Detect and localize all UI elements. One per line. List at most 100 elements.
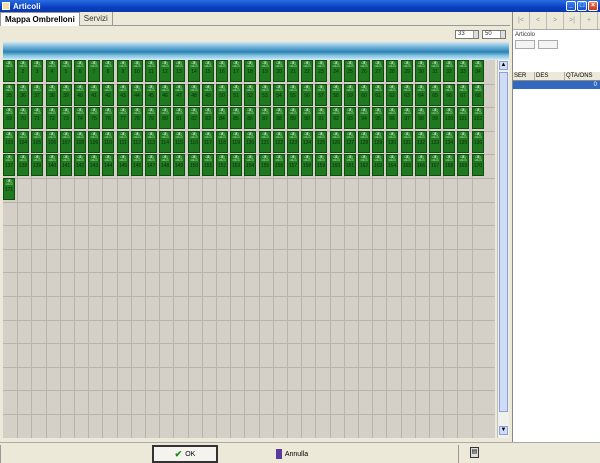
- umbrella-cell[interactable]: ⛱ 81: [173, 107, 185, 129]
- umbrella-cell[interactable]: ⛱ 15: [202, 60, 214, 82]
- umbrella-cell[interactable]: ⛱ 104: [17, 131, 29, 153]
- umbrella-cell[interactable]: ⛱ 119: [230, 131, 242, 153]
- umbrella-cell[interactable]: ⛱ 53: [259, 84, 271, 106]
- umbrella-cell[interactable]: ⛱ 80: [159, 107, 171, 129]
- umbrella-cell[interactable]: ⛱ 64: [415, 84, 427, 106]
- umbrella-cell[interactable]: ⛱ 149: [173, 154, 185, 176]
- umbrella-cell[interactable]: ⛱ 95: [372, 107, 384, 129]
- umbrella-cell[interactable]: ⛱ 96: [386, 107, 398, 129]
- umbrella-cell[interactable]: ⛱ 63: [401, 84, 413, 106]
- umbrella-cell[interactable]: ⛱ 124: [301, 131, 313, 153]
- scroll-up-icon[interactable]: ▲: [499, 61, 508, 70]
- article-desc-field[interactable]: [538, 40, 558, 49]
- umbrella-cell[interactable]: ⛱ 79: [145, 107, 157, 129]
- umbrella-cell[interactable]: ⛱ 117: [202, 131, 214, 153]
- table-row[interactable]: 0: [513, 81, 600, 89]
- umbrella-cell[interactable]: ⛱ 56: [301, 84, 313, 106]
- umbrella-cell[interactable]: ⛱ 12: [159, 60, 171, 82]
- umbrella-cell[interactable]: ⛱ 73: [60, 107, 72, 129]
- umbrella-cell[interactable]: ⛱ 139: [31, 154, 43, 176]
- umbrella-cell[interactable]: ⛱ 103: [3, 131, 15, 153]
- umbrella-cell[interactable]: ⛱ 140: [46, 154, 58, 176]
- umbrella-cell[interactable]: ⛱ 156: [273, 154, 285, 176]
- umbrella-cell[interactable]: ⛱ 153: [230, 154, 242, 176]
- rows-spinner[interactable]: 33: [455, 30, 479, 39]
- umbrella-cell[interactable]: ⛱ 18: [244, 60, 256, 82]
- add-record-button[interactable]: +: [581, 12, 598, 29]
- umbrella-cell[interactable]: ⛱ 127: [344, 131, 356, 153]
- umbrella-cell[interactable]: ⛱ 116: [188, 131, 200, 153]
- umbrella-cell[interactable]: ⛱ 154: [244, 154, 256, 176]
- umbrella-cell[interactable]: ⛱ 165: [401, 154, 413, 176]
- umbrella-cell[interactable]: ⛱ 44: [131, 84, 143, 106]
- umbrella-cell[interactable]: ⛱ 109: [88, 131, 100, 153]
- umbrella-cell[interactable]: ⛱ 102: [472, 107, 484, 129]
- umbrella-cell[interactable]: ⛱ 125: [315, 131, 327, 153]
- umbrella-cell[interactable]: ⛱ 61: [372, 84, 384, 106]
- umbrella-cell[interactable]: ⛱ 130: [386, 131, 398, 153]
- umbrella-cell[interactable]: ⛱ 132: [415, 131, 427, 153]
- umbrella-map[interactable]: ⛱ 1 ⛱ 2 ⛱ 3 ⛱ 4 ⛱ 5 ⛱ 6 ⛱ 7 ⛱ 8 ⛱ 9 ⛱ 10 ⛱ 11 ⛱ 12 ⛱ 13 ⛱ 14 ⛱ 15 ⛱ 16 ⛱…: [3, 60, 495, 438]
- umbrella-cell[interactable]: ⛱ 66: [443, 84, 455, 106]
- umbrella-cell[interactable]: ⛱ 120: [244, 131, 256, 153]
- umbrella-cell[interactable]: ⛱ 167: [429, 154, 441, 176]
- column-header[interactable]: QTA/ONS: [565, 72, 600, 80]
- umbrella-cell[interactable]: ⛱ 161: [344, 154, 356, 176]
- umbrella-cell[interactable]: ⛱ 159: [315, 154, 327, 176]
- umbrella-cell[interactable]: ⛱ 55: [287, 84, 299, 106]
- umbrella-cell[interactable]: ⛱ 46: [159, 84, 171, 106]
- umbrella-cell[interactable]: ⛱ 123: [287, 131, 299, 153]
- umbrella-cell[interactable]: ⛱ 144: [102, 154, 114, 176]
- umbrella-cell[interactable]: ⛱ 40: [74, 84, 86, 106]
- umbrella-cell[interactable]: ⛱ 68: [472, 84, 484, 106]
- umbrella-cell[interactable]: ⛱ 14: [188, 60, 200, 82]
- close-button[interactable]: ×: [588, 1, 598, 11]
- umbrella-cell[interactable]: ⛱ 113: [145, 131, 157, 153]
- umbrella-cell[interactable]: ⛱ 50: [216, 84, 228, 106]
- umbrella-cell[interactable]: ⛱ 5: [60, 60, 72, 82]
- umbrella-cell[interactable]: ⛱ 34: [472, 60, 484, 82]
- spinner-arrows-icon[interactable]: [473, 31, 478, 38]
- umbrella-cell[interactable]: ⛱ 112: [131, 131, 143, 153]
- umbrella-cell[interactable]: ⛱ 76: [102, 107, 114, 129]
- tab-servizi[interactable]: Servizi: [80, 12, 113, 26]
- umbrella-cell[interactable]: ⛱ 54: [273, 84, 285, 106]
- umbrella-cell[interactable]: ⛱ 29: [401, 60, 413, 82]
- umbrella-cell[interactable]: ⛱ 97: [401, 107, 413, 129]
- next-record-button[interactable]: >: [547, 12, 564, 29]
- umbrella-cell[interactable]: ⛱ 128: [358, 131, 370, 153]
- umbrella-cell[interactable]: ⛱ 126: [330, 131, 342, 153]
- umbrella-cell[interactable]: ⛱ 162: [358, 154, 370, 176]
- umbrella-cell[interactable]: ⛱ 52: [244, 84, 256, 106]
- umbrella-cell[interactable]: ⛱ 163: [372, 154, 384, 176]
- umbrella-cell[interactable]: ⛱ 65: [429, 84, 441, 106]
- umbrella-cell[interactable]: ⛱ 136: [472, 131, 484, 153]
- umbrella-cell[interactable]: ⛱ 28: [386, 60, 398, 82]
- umbrella-cell[interactable]: ⛱ 86: [244, 107, 256, 129]
- umbrella-cell[interactable]: ⛱ 137: [3, 154, 15, 176]
- umbrella-cell[interactable]: ⛱ 26: [358, 60, 370, 82]
- umbrella-cell[interactable]: ⛱ 170: [472, 154, 484, 176]
- umbrella-cell[interactable]: ⛱ 94: [358, 107, 370, 129]
- umbrella-cell[interactable]: ⛱ 49: [202, 84, 214, 106]
- spinner-arrows-icon[interactable]: [500, 31, 505, 38]
- umbrella-cell[interactable]: ⛱ 84: [216, 107, 228, 129]
- umbrella-cell[interactable]: ⛱ 23: [315, 60, 327, 82]
- umbrella-cell[interactable]: ⛱ 111: [117, 131, 129, 153]
- umbrella-cell[interactable]: ⛱ 58: [330, 84, 342, 106]
- umbrella-cell[interactable]: ⛱ 87: [259, 107, 271, 129]
- umbrella-cell[interactable]: ⛱ 22: [301, 60, 313, 82]
- umbrella-cell[interactable]: ⛱ 121: [259, 131, 271, 153]
- umbrella-cell[interactable]: ⛱ 8: [102, 60, 114, 82]
- umbrella-cell[interactable]: ⛱ 98: [415, 107, 427, 129]
- umbrella-cell[interactable]: ⛱ 2: [17, 60, 29, 82]
- article-code-field[interactable]: [515, 40, 535, 49]
- umbrella-cell[interactable]: ⛱ 3: [31, 60, 43, 82]
- umbrella-cell[interactable]: ⛱ 57: [315, 84, 327, 106]
- umbrella-cell[interactable]: ⛱ 39: [60, 84, 72, 106]
- umbrella-cell[interactable]: ⛱ 30: [415, 60, 427, 82]
- umbrella-cell[interactable]: ⛱ 150: [188, 154, 200, 176]
- cancel-button[interactable]: Annulla: [262, 445, 322, 463]
- umbrella-cell[interactable]: ⛱ 110: [102, 131, 114, 153]
- umbrella-cell[interactable]: ⛱ 134: [443, 131, 455, 153]
